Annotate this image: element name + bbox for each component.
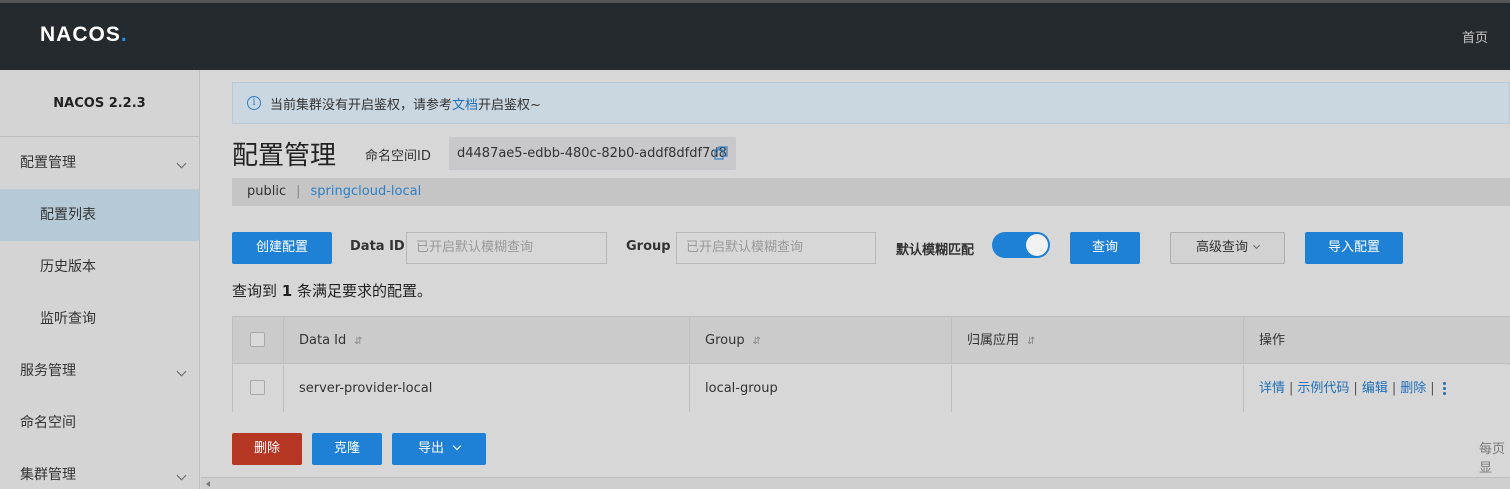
data-id-label: Data ID xyxy=(350,239,405,254)
column-header-app[interactable]: 归属应用 ⇵ xyxy=(952,317,1244,364)
notice-text-before: 当前集群没有开启鉴权，请参考 xyxy=(270,98,453,113)
sort-icon[interactable]: ⇵ xyxy=(1027,336,1035,347)
op-separator: | xyxy=(1289,381,1294,396)
column-header-operations: 操作 xyxy=(1244,317,1510,364)
group-input[interactable]: 已开启默认模糊查询 xyxy=(676,232,876,264)
sample-code-link[interactable]: 示例代码 xyxy=(1297,381,1349,396)
home-link[interactable]: 首页 xyxy=(1462,27,1488,46)
sidebar-item-namespace[interactable]: 命名空间 xyxy=(0,397,199,449)
row-checkbox[interactable] xyxy=(250,380,265,395)
export-label: 导出 xyxy=(417,441,444,456)
column-label: 操作 xyxy=(1259,333,1286,348)
sidebar-item-label: 历史版本 xyxy=(40,259,96,275)
table-row: server-provider-local local-group 详情 | 示例代… xyxy=(233,365,1510,412)
namespace-id-label: 命名空间ID xyxy=(365,149,431,164)
result-suffix: 条满足要求的配置。 xyxy=(297,282,433,300)
chevron-down-icon xyxy=(176,158,187,169)
namespace-id-value: d4487ae5-edbb-480c-82b0-addf8dfdf7d8 xyxy=(457,146,727,161)
export-button[interactable]: 导出 xyxy=(392,433,486,465)
result-count-number: 1 xyxy=(281,282,293,300)
column-header-data-id[interactable]: Data Id ⇵ xyxy=(284,317,690,364)
group-label: Group xyxy=(626,239,671,254)
column-header-group[interactable]: Group ⇵ xyxy=(690,317,952,364)
import-config-button[interactable]: 导入配置 xyxy=(1305,232,1403,264)
info-icon: i xyxy=(247,96,261,110)
notice-text-after: 开启鉴权~ xyxy=(478,98,541,113)
namespace-tabs: public | springcloud-local xyxy=(232,178,1510,206)
cell-data-id: server-provider-local xyxy=(284,365,690,412)
chevron-down-icon xyxy=(452,441,462,451)
cell-group: local-group xyxy=(690,365,952,412)
namespace-tab-public[interactable]: public xyxy=(247,184,286,199)
sidebar-item-service-management[interactable]: 服务管理 xyxy=(0,345,199,397)
nacos-logo[interactable]: NACOS. xyxy=(40,23,128,47)
auth-notice: i 当前集群没有开启鉴权，请参考文档开启鉴权~ xyxy=(232,82,1510,124)
advanced-query-label: 高级查询 xyxy=(1195,240,1248,255)
op-separator: | xyxy=(1430,381,1435,396)
sidebar-item-label: 命名空间 xyxy=(20,415,76,431)
sidebar-item-label: 配置列表 xyxy=(40,207,96,223)
sort-icon[interactable]: ⇵ xyxy=(354,336,362,347)
cell-app xyxy=(952,365,1244,412)
sidebar: NACOS 2.2.3 配置管理 配置列表 历史版本 监听查询 服务管理 命名空… xyxy=(0,70,200,489)
top-header: NACOS. 首页 xyxy=(0,3,1510,70)
chevron-down-icon xyxy=(176,470,187,481)
doc-link[interactable]: 文档 xyxy=(452,98,478,113)
sidebar-item-label: 监听查询 xyxy=(40,311,96,327)
delete-link[interactable]: 删除 xyxy=(1400,381,1426,396)
logo-dot: . xyxy=(120,23,128,46)
logo-text: NACOS xyxy=(40,23,121,46)
op-separator: | xyxy=(1353,381,1358,396)
cell-operations: 详情 | 示例代码 | 编辑 | 删除 | xyxy=(1244,365,1510,412)
horizontal-scrollbar[interactable] xyxy=(201,477,1510,489)
create-config-button[interactable]: 创建配置 xyxy=(232,232,332,264)
fuzzy-match-toggle[interactable] xyxy=(992,232,1050,258)
main-content: i 当前集群没有开启鉴权，请参考文档开启鉴权~ 配置管理 命名空间ID d448… xyxy=(201,70,1510,489)
page-title: 配置管理 xyxy=(232,141,337,171)
clone-button[interactable]: 克隆 xyxy=(312,433,382,465)
namespace-id-box: d4487ae5-edbb-480c-82b0-addf8dfdf7d8 xyxy=(449,137,736,170)
more-vertical-icon[interactable] xyxy=(1442,380,1446,397)
data-id-input[interactable]: 已开启默认模糊查询 xyxy=(406,232,607,264)
column-label: Data Id xyxy=(299,333,347,348)
select-all-checkbox[interactable] xyxy=(250,332,265,347)
namespace-tab-springcloud-local[interactable]: springcloud-local xyxy=(311,184,422,199)
advanced-query-button[interactable]: 高级查询 xyxy=(1170,232,1285,264)
query-button[interactable]: 查询 xyxy=(1070,232,1140,264)
toggle-knob xyxy=(1026,234,1048,256)
notice-text: 当前集群没有开启鉴权，请参考文档开启鉴权~ xyxy=(270,94,541,113)
chevron-down-icon xyxy=(176,366,187,377)
fuzzy-match-label: 默认模糊匹配 xyxy=(896,243,975,258)
sidebar-item-config-list[interactable]: 配置列表 xyxy=(0,189,199,241)
per-page-label: 每页显 xyxy=(1479,442,1506,476)
delete-button[interactable]: 删除 xyxy=(232,433,302,465)
table-header: Data Id ⇵ Group ⇵ 归属应用 ⇵ 操作 xyxy=(233,317,1510,364)
result-count: 查询到 1 条满足要求的配置。 xyxy=(232,280,432,301)
sidebar-item-label: 集群管理 xyxy=(20,467,76,483)
column-label: 归属应用 xyxy=(967,333,1020,348)
sort-icon[interactable]: ⇵ xyxy=(753,336,761,347)
scroll-left-icon[interactable] xyxy=(206,481,210,487)
sidebar-item-label: 服务管理 xyxy=(20,363,76,379)
op-separator: | xyxy=(1391,381,1397,396)
version-label: NACOS 2.2.3 xyxy=(0,70,199,137)
chevron-down-icon xyxy=(1252,241,1261,250)
sidebar-item-listener-query[interactable]: 监听查询 xyxy=(0,293,199,345)
detail-link[interactable]: 详情 xyxy=(1259,381,1285,396)
edit-link[interactable]: 编辑 xyxy=(1362,381,1388,396)
row-checkbox-cell xyxy=(233,365,284,412)
result-prefix: 查询到 xyxy=(232,282,278,300)
column-label: Group xyxy=(705,333,745,348)
sidebar-item-config-management[interactable]: 配置管理 xyxy=(0,137,199,189)
config-table: Data Id ⇵ Group ⇵ 归属应用 ⇵ 操作 server-provider… xyxy=(232,316,1510,412)
copy-icon[interactable] xyxy=(714,146,728,160)
header-checkbox-cell xyxy=(233,317,284,364)
sidebar-item-cluster-management[interactable]: 集群管理 xyxy=(0,449,199,489)
sidebar-item-history[interactable]: 历史版本 xyxy=(0,241,199,293)
tab-separator: | xyxy=(296,184,301,199)
sidebar-item-label: 配置管理 xyxy=(20,155,76,171)
